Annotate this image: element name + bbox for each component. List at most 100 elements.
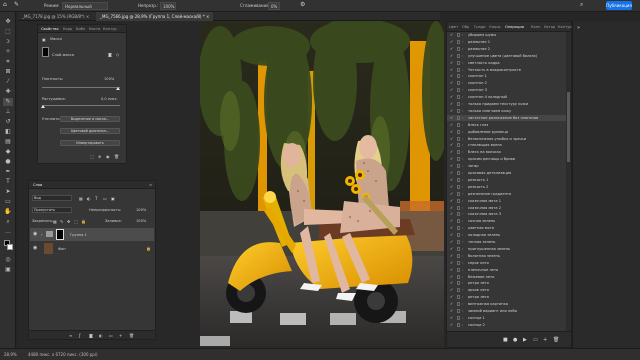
eyedropper-icon[interactable]: ⁄	[3, 78, 13, 86]
action-item[interactable]: ✓ › бежевое лето	[447, 274, 571, 281]
checkmark-icon[interactable]: ✓	[450, 74, 454, 78]
checkmark-icon[interactable]: ✓	[450, 157, 454, 161]
dialog-toggle-icon[interactable]	[457, 226, 460, 231]
chevron-right-icon[interactable]: ›	[462, 246, 463, 253]
screen-mode-icon[interactable]: ▣	[3, 266, 13, 274]
checkmark-icon[interactable]: ✓	[450, 246, 454, 251]
zoom-icon[interactable]: ⌕	[3, 218, 13, 226]
pen-icon[interactable]: ✒	[3, 168, 13, 176]
dialog-toggle-icon[interactable]	[457, 205, 460, 210]
checkmark-icon[interactable]: ✓	[450, 205, 454, 210]
chevron-right-icon[interactable]: ›	[462, 136, 463, 143]
search-icon[interactable]: ⌕	[580, 1, 583, 9]
action-item[interactable]: ✓ › красим ресницы и брови	[447, 156, 571, 163]
dialog-toggle-icon[interactable]	[457, 67, 460, 72]
dialog-toggle-icon[interactable]	[457, 129, 460, 134]
fill-value[interactable]: 100%	[136, 219, 146, 223]
chevron-right-icon[interactable]: ›	[462, 73, 463, 80]
healing-icon[interactable]: ✚	[3, 88, 13, 96]
delete-layer-icon[interactable]: 🗑	[129, 333, 134, 338]
lock-all-icon[interactable]: 🔒	[81, 219, 86, 224]
checkmark-icon[interactable]: ✓	[450, 212, 454, 216]
visibility-eye-icon[interactable]: ◉	[33, 232, 38, 237]
actions-scrollbar[interactable]	[566, 32, 571, 332]
tab-document-1[interactable]: _MG_7178.jpg @ 15% (RGB/8*) ×	[18, 12, 93, 21]
feather-value[interactable]: 0,0 пикс.	[101, 97, 118, 101]
lock-position-icon[interactable]: ✥	[67, 219, 70, 224]
checkmark-icon[interactable]: ✓	[450, 95, 454, 99]
dialog-toggle-icon[interactable]	[457, 81, 460, 86]
dialog-toggle-icon[interactable]	[457, 309, 460, 313]
chevron-right-icon[interactable]: ›	[462, 149, 463, 156]
action-item[interactable]: ✓ › холодная зелень	[447, 232, 571, 239]
invert-button[interactable]: Инвертировать	[60, 140, 120, 146]
new-set-icon[interactable]: ▭	[533, 337, 538, 343]
dialog-toggle-icon[interactable]	[457, 184, 460, 189]
checkmark-icon[interactable]: ✓	[450, 226, 454, 230]
feather-slider-knob[interactable]	[41, 105, 45, 108]
action-item[interactable]: ✓ › ретро лето	[447, 294, 571, 301]
more-icon[interactable]: …	[3, 228, 13, 236]
blur-icon[interactable]: ◆	[3, 148, 13, 156]
density-slider-knob[interactable]	[116, 87, 120, 90]
chevron-right-icon[interactable]: ›	[462, 225, 463, 232]
action-item[interactable]: ✓ › размытие 2	[447, 46, 571, 53]
checkmark-icon[interactable]: ✓	[450, 46, 454, 51]
dialog-toggle-icon[interactable]	[457, 281, 460, 286]
lock-brush-icon[interactable]: ✎	[60, 219, 63, 224]
action-item[interactable]: ✓ › частотное разложение без плагинов	[447, 114, 571, 122]
chevron-right-icon[interactable]: ›	[462, 198, 463, 205]
filter-shape-icon[interactable]: ▭	[103, 196, 107, 201]
hand-icon[interactable]: ✋	[3, 208, 13, 216]
dialog-toggle-icon[interactable]	[457, 60, 460, 65]
marquee-icon[interactable]: ⬚	[3, 28, 13, 36]
checkmark-icon[interactable]: ✓	[450, 108, 454, 113]
chevron-right-icon[interactable]: ›	[462, 308, 463, 315]
chevron-right-icon[interactable]: ›	[462, 267, 463, 274]
action-item[interactable]: ✓ › скинтон 2	[447, 80, 571, 87]
dialog-toggle-icon[interactable]	[457, 115, 460, 120]
document-image[interactable]	[200, 21, 444, 348]
dialog-toggle-icon[interactable]	[457, 246, 460, 251]
checkmark-icon[interactable]: ✓	[450, 322, 454, 327]
panel-menu-icon[interactable]: ≡	[149, 181, 152, 189]
checkmark-icon[interactable]: ✓	[450, 39, 454, 44]
color-range-button[interactable]: Цветовой диапазон...	[60, 128, 120, 134]
chevron-right-icon[interactable]: ›	[462, 218, 463, 225]
dialog-toggle-icon[interactable]	[457, 177, 460, 182]
checkmark-icon[interactable]: ✓	[450, 81, 454, 85]
chevron-right-icon[interactable]: ›	[462, 260, 463, 267]
checkmark-icon[interactable]: ✓	[450, 198, 454, 203]
dialog-toggle-icon[interactable]	[457, 240, 460, 244]
checkmark-icon[interactable]: ✓	[450, 129, 454, 134]
settings-gear-icon[interactable]: ⚙	[300, 1, 305, 9]
action-item[interactable]: ✓ › Четкость в микроконтрасте	[447, 67, 571, 74]
checkmark-icon[interactable]: ✓	[450, 122, 454, 127]
checkmark-icon[interactable]: ✓	[450, 233, 454, 237]
action-item[interactable]: ✓ › серое лето	[447, 260, 571, 267]
chevron-right-icon[interactable]: ›	[462, 129, 463, 136]
visibility-icon[interactable]: ◉	[106, 154, 110, 159]
chevron-right-icon[interactable]: ›	[462, 46, 463, 53]
action-item[interactable]: ✓ › загар	[447, 163, 571, 170]
tab-color[interactable]: Цвет	[449, 22, 458, 30]
checkmark-icon[interactable]: ✓	[450, 260, 454, 265]
collapse-arrows-icon[interactable]: »	[577, 25, 580, 31]
vector-mask-icon[interactable]: ◇	[116, 52, 119, 57]
chevron-right-icon[interactable]: ›	[462, 122, 463, 129]
close-icon[interactable]: ×	[86, 14, 89, 19]
delete-icon[interactable]: 🗑	[114, 154, 119, 159]
checkmark-icon[interactable]: ✓	[450, 171, 454, 175]
density-slider[interactable]	[42, 87, 120, 88]
record-icon[interactable]: ●	[513, 337, 517, 343]
dialog-toggle-icon[interactable]	[457, 33, 460, 37]
link-layers-icon[interactable]: ∞	[69, 333, 72, 338]
action-item[interactable]: ✓ › белоснежная улыбка и зрачки	[447, 136, 571, 143]
chevron-right-icon[interactable]: ›	[462, 191, 463, 198]
action-item[interactable]: ✓ › только придаем текстуру кожи	[447, 101, 571, 108]
dialog-toggle-icon[interactable]	[457, 102, 460, 106]
filter-type-icon[interactable]: T	[95, 196, 97, 201]
apply-mask-icon[interactable]: ⊕	[98, 154, 101, 159]
tab-history[interactable]: Истор	[544, 22, 555, 30]
frame-icon[interactable]: ⊠	[3, 68, 13, 76]
